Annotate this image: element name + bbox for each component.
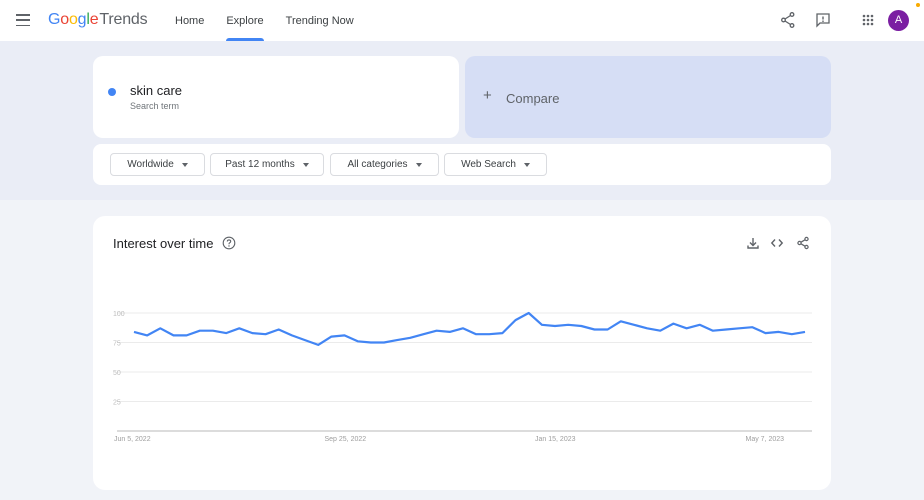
data-point[interactable]	[197, 328, 203, 334]
y-tick-label: 75	[113, 341, 121, 348]
filter-category[interactable]: All categories	[330, 153, 439, 176]
interest-over-time-card: Interest over time 25 50 75 100 Jun 5, 2022…	[93, 216, 831, 490]
filter-search-type[interactable]: Web Search	[444, 153, 547, 176]
plus-icon: +	[483, 87, 492, 104]
data-point[interactable]	[170, 332, 176, 338]
data-point[interactable]	[381, 340, 387, 346]
share-icon[interactable]	[778, 10, 798, 30]
x-tick-label: Jun 5, 2022	[114, 436, 151, 443]
series-line[interactable]	[133, 311, 806, 346]
data-point[interactable]	[631, 322, 637, 328]
data-point[interactable]	[736, 325, 742, 331]
data-point[interactable]	[763, 330, 769, 336]
notification-dot	[916, 3, 920, 7]
dropdown-arrow-icon	[523, 162, 530, 167]
filters-bar: Worldwide Past 12 months All categories …	[93, 144, 831, 185]
data-point[interactable]	[184, 332, 190, 338]
line-chart[interactable]: 25 50 75 100 Jun 5, 2022 Sep 25, 2022 Jan 15,…	[93, 216, 831, 490]
dropdown-arrow-icon	[302, 162, 309, 167]
dropdown-arrow-icon	[181, 162, 188, 167]
data-point[interactable]	[263, 331, 269, 337]
data-point[interactable]	[802, 329, 808, 335]
data-point[interactable]	[355, 338, 361, 344]
data-point[interactable]	[315, 342, 321, 348]
x-tick-label: Sep 25, 2022	[325, 436, 367, 443]
nav-trending-now[interactable]: Trending Now	[286, 0, 354, 41]
data-point[interactable]	[328, 334, 334, 340]
data-point[interactable]	[131, 329, 137, 335]
data-point[interactable]	[486, 331, 492, 337]
data-point[interactable]	[789, 331, 795, 337]
dropdown-arrow-icon	[415, 162, 422, 167]
data-point[interactable]	[749, 324, 755, 330]
data-point[interactable]	[447, 329, 453, 335]
filter-location[interactable]: Worldwide	[110, 153, 205, 176]
nav-explore[interactable]: Explore	[226, 0, 264, 41]
data-point[interactable]	[539, 322, 545, 328]
main-nav: Home Explore Trending Now	[175, 0, 376, 41]
data-point[interactable]	[591, 327, 597, 333]
data-point[interactable]	[302, 337, 308, 343]
compare-label: Compare	[506, 91, 560, 106]
data-point[interactable]	[249, 330, 255, 336]
nav-home[interactable]: Home	[175, 0, 204, 41]
y-tick-label: 50	[113, 370, 121, 377]
data-point[interactable]	[578, 323, 584, 329]
y-tick-label: 100	[113, 311, 125, 318]
data-point[interactable]	[697, 322, 703, 328]
data-point[interactable]	[526, 310, 532, 316]
data-point[interactable]	[434, 328, 440, 334]
data-point[interactable]	[289, 332, 295, 338]
top-app-bar: GoogleTrends Home Explore Trending Now A	[0, 0, 924, 41]
data-point[interactable]	[618, 318, 624, 324]
compare-button[interactable]: + Compare	[465, 56, 831, 138]
data-point[interactable]	[276, 327, 282, 333]
data-point[interactable]	[368, 340, 374, 346]
data-point[interactable]	[473, 331, 479, 337]
search-term-type: Search term	[130, 101, 180, 111]
data-point[interactable]	[644, 325, 650, 331]
data-point[interactable]	[394, 337, 400, 343]
filter-time-range[interactable]: Past 12 months	[210, 153, 324, 176]
data-point[interactable]	[236, 325, 242, 331]
data-point[interactable]	[684, 325, 690, 331]
data-point[interactable]	[157, 325, 163, 331]
hamburger-menu-icon[interactable]	[16, 14, 30, 26]
google-trends-logo[interactable]: GoogleTrends	[48, 11, 148, 29]
data-point[interactable]	[552, 323, 558, 329]
data-point[interactable]	[223, 330, 229, 336]
data-point[interactable]	[710, 328, 716, 334]
data-point[interactable]	[407, 335, 413, 341]
search-term[interactable]: skin care	[130, 83, 182, 98]
data-point[interactable]	[342, 332, 348, 338]
term-color-dot	[108, 88, 116, 96]
data-point[interactable]	[670, 321, 676, 327]
x-tick-label: May 7, 2023	[746, 436, 785, 443]
data-point[interactable]	[513, 317, 519, 323]
x-tick-label: Jan 15, 2023	[535, 436, 576, 443]
data-point[interactable]	[420, 331, 426, 337]
data-point[interactable]	[776, 329, 782, 335]
feedback-icon[interactable]	[813, 10, 833, 30]
data-point[interactable]	[460, 325, 466, 331]
data-point[interactable]	[565, 322, 571, 328]
data-point[interactable]	[657, 328, 663, 334]
data-point[interactable]	[605, 327, 611, 333]
account-avatar[interactable]: A	[888, 10, 909, 31]
y-tick-label: 25	[113, 400, 121, 407]
apps-grid-icon[interactable]	[858, 10, 878, 30]
data-point[interactable]	[144, 332, 150, 338]
data-point[interactable]	[210, 328, 216, 334]
data-point[interactable]	[499, 330, 505, 336]
data-point[interactable]	[723, 327, 729, 333]
search-term-card[interactable]: skin care Search term	[93, 56, 459, 138]
